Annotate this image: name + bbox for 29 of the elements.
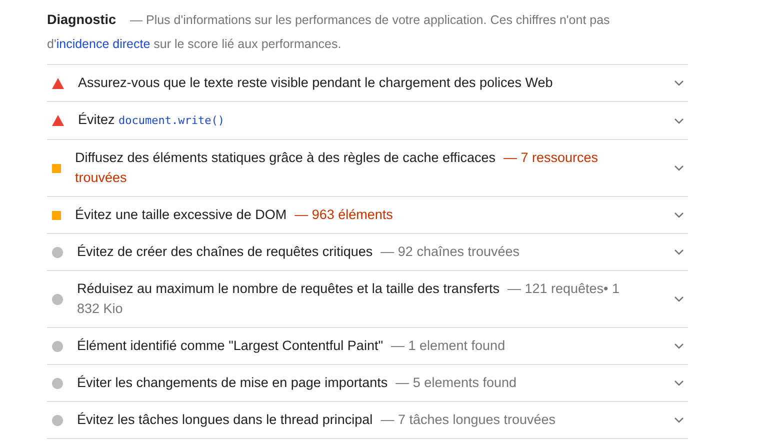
audit-title[interactable]: Évitez de créer des chaînes de requêtes critiques — 92 chaînes trouvées <box>77 242 520 262</box>
warning-triangle-icon <box>52 115 64 126</box>
audit-title[interactable]: Évitez document.write() <box>78 110 224 131</box>
audit-title[interactable]: Éviter les changements de mise en page importants — 5 elements found <box>77 373 516 393</box>
audit-title[interactable]: Évitez une taille excessive de DOM — 963 éléments <box>75 205 393 225</box>
chevron-icon[interactable] <box>674 417 684 423</box>
chevron-icon[interactable] <box>674 118 684 124</box>
chevron-icon[interactable] <box>674 296 684 302</box>
circle-icon <box>52 340 63 352</box>
chevron-icon[interactable] <box>674 249 684 255</box>
incidence-link[interactable]: incidence directe <box>56 37 150 51</box>
audit-title[interactable]: Évitez les tâches longues dans le thread principal — 7 tâches longues trouvées <box>77 410 556 430</box>
chevron-icon[interactable] <box>674 165 684 171</box>
chevron-icon[interactable] <box>674 380 684 386</box>
circle-icon <box>52 294 63 304</box>
audit-title[interactable]: Réduisez au maximum le nombre de requêtes et la taille des transferts — 121 requêtes• 1 832 Kio <box>77 279 633 319</box>
circle-icon <box>52 246 63 258</box>
square-icon <box>52 210 61 220</box>
section-description: Diagnostic — Plus d'informations sur les performances de votre application. Ces chiffres n'ont pas d'incidence directe sur le score lié aux performances. <box>47 11 611 53</box>
square-icon <box>52 164 61 172</box>
circle-icon <box>52 378 63 388</box>
chevron-icon[interactable] <box>674 343 684 349</box>
warning-triangle-icon <box>52 78 64 88</box>
audit-title[interactable]: Élément identifié comme "Largest Contentful Paint" — 1 element found <box>77 336 506 356</box>
chevron-icon[interactable] <box>674 80 684 86</box>
circle-icon <box>52 414 63 426</box>
audit-title[interactable]: Assurez-vous que le texte reste visible pendant le chargement des polices Web <box>78 73 553 93</box>
audit-title[interactable]: Diffusez des éléments statiques grâce à des règles de cache efficaces — 7 ressources trouvées <box>75 148 631 188</box>
chevron-icon[interactable] <box>674 212 684 218</box>
